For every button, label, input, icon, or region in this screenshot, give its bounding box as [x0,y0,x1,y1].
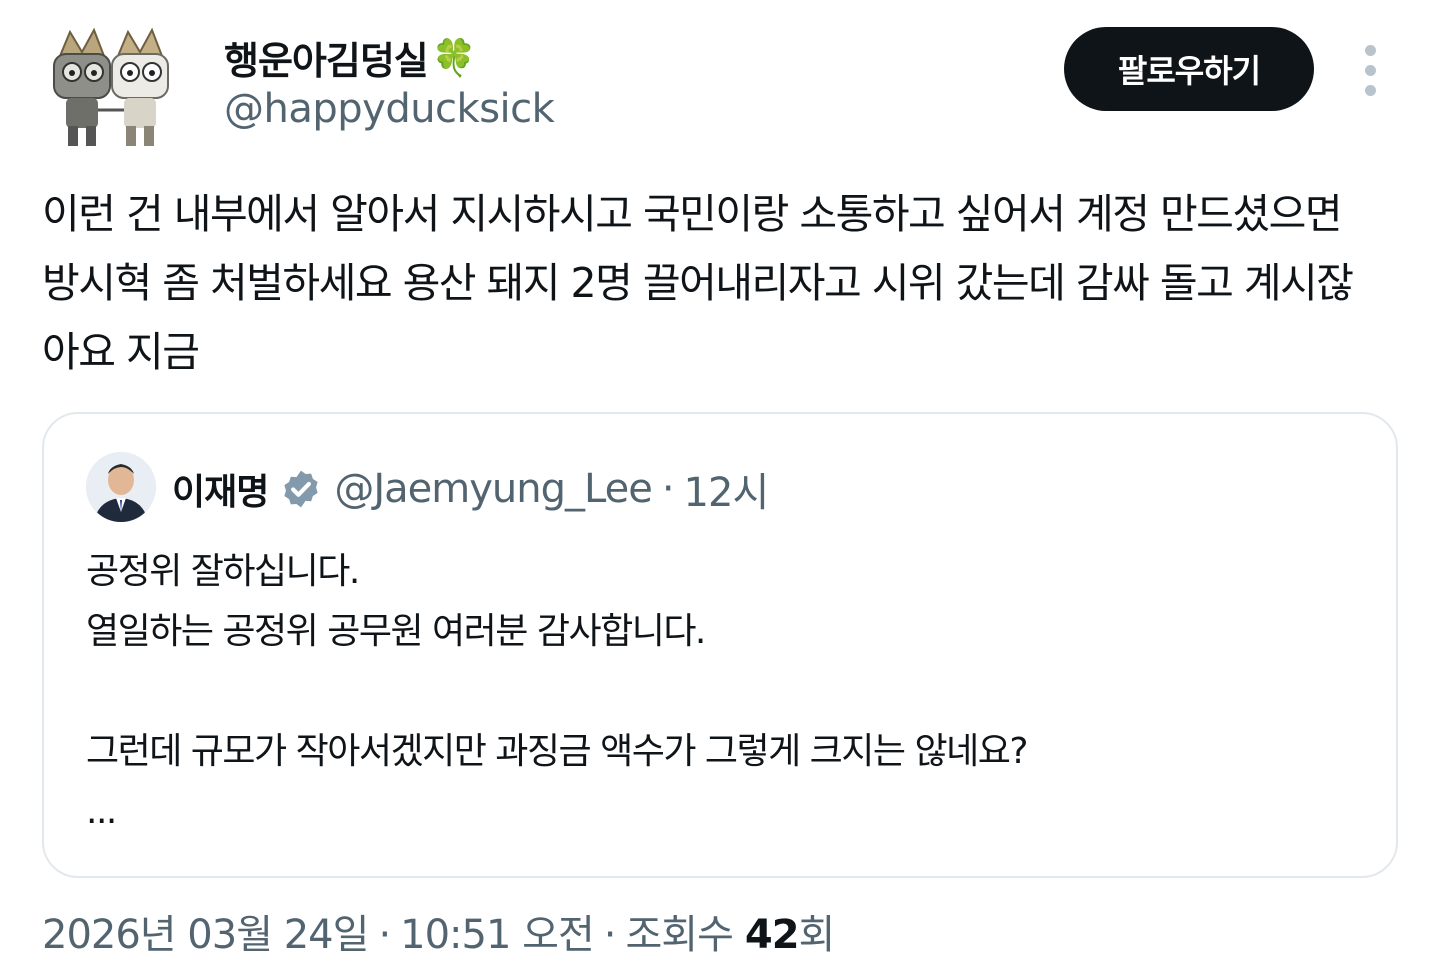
author-name-text: 행운아김덩실 [224,39,429,83]
quote-ellipsis: ... [86,791,117,832]
tweet-time[interactable]: 10:51 오전 [400,902,595,960]
verified-badge-icon [284,470,318,508]
views-count: 42 [744,912,800,958]
quote-line: 그런데 규모가 작아서겠지만 과징금 액수가 그렇게 크지는 않네요? [86,731,1028,772]
tweet-detail: 행운아김덩실 🍀 @happyducksick 팔로우하기 이런 건 내부에서 … [0,0,1440,973]
author-display-name[interactable]: 행운아김덩실 🍀 [224,30,477,85]
more-vertical-icon[interactable] [1350,40,1390,100]
follow-button[interactable]: 팔로우하기 [1064,27,1314,111]
quote-header: 이재명 @Jaemyung_Lee · 12시 [172,460,770,518]
separator-dot: · [661,466,675,512]
twin-robot-characters-avatar[interactable] [42,26,182,150]
quote-timestamp[interactable]: 12시 [684,460,770,518]
separator-dot: · [378,912,391,958]
tweet-meta: 2026년 03월 24일 · 10:51 오전 · 조회수 42 회 [42,902,836,960]
views-suffix: 회 [798,912,836,958]
quote-line: 공정위 잘하십니다. [86,551,360,592]
more-dot [1364,84,1376,96]
quoted-author-name[interactable]: 이재명 [172,463,269,515]
quote-text: 공정위 잘하십니다. 열일하는 공정위 공무원 여러분 감사합니다. 그런데 규… [86,542,1366,842]
tweet-text: 이런 건 내부에서 알아서 지시하시고 국민이랑 소통하고 싶어서 계정 만드셨… [42,190,1354,376]
separator-dot: · [603,912,617,958]
quoted-author-avatar[interactable] [86,452,156,522]
clover-icon: 🍀 [431,37,477,79]
more-dot [1364,64,1376,76]
quote-tweet-card[interactable]: 이재명 @Jaemyung_Lee · 12시 공정위 잘하십니다. 열일하는 … [42,412,1398,878]
views-label: 조회수 [625,912,733,958]
tweet-date[interactable]: 2026년 03월 24일 [42,902,369,960]
more-dot [1364,44,1376,56]
quote-line: 열일하는 공정위 공무원 여러분 감사합니다. [86,611,706,652]
quote-line [86,662,1366,722]
quoted-author-handle[interactable]: @Jaemyung_Lee [334,466,652,512]
author-handle[interactable]: @happyducksick [224,86,555,132]
